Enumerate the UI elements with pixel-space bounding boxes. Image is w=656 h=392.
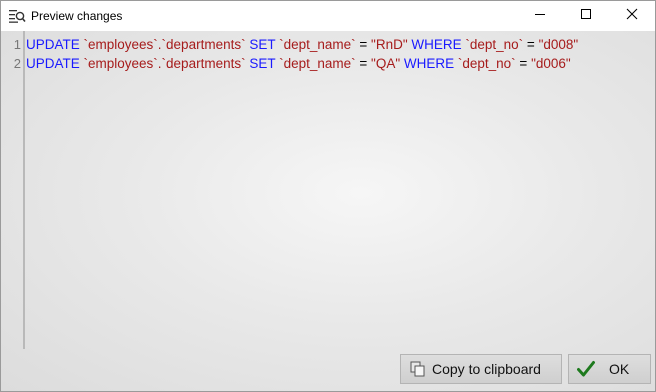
copy-to-clipboard-button[interactable]: Copy to clipboard — [400, 354, 562, 384]
sql-token-str: "d006" — [531, 56, 571, 71]
sql-token-kw: SET — [245, 56, 276, 71]
preview-changes-dialog: Preview changes 1 UPDATE `employees`.`dep… — [0, 0, 656, 392]
maximize-icon — [580, 7, 592, 25]
sql-token-id: `dept_name` — [275, 56, 356, 71]
sql-token-op: = — [523, 37, 539, 52]
sql-token-op: = — [355, 37, 372, 52]
code-line: 1 UPDATE `employees`.`departments` SET `d… — [1, 35, 578, 54]
sql-editor[interactable]: 1 UPDATE `employees`.`departments` SET `d… — [1, 31, 655, 351]
code-lines: 1 UPDATE `employees`.`departments` SET `d… — [1, 35, 578, 73]
window-title: Preview changes — [31, 9, 123, 23]
sql-statement: UPDATE `employees`.`departments` SET `de… — [26, 35, 578, 54]
sql-token-id: `employees`.`departments` — [79, 37, 246, 52]
sql-token-kw: WHERE — [400, 56, 455, 71]
sql-token-kw: UPDATE — [26, 37, 80, 52]
sql-token-id: `employees`.`departments` — [79, 56, 246, 71]
sql-token-op: = — [355, 56, 372, 71]
line-number-gutter — [1, 31, 25, 349]
minimize-button[interactable] — [517, 1, 563, 31]
sql-token-str: "QA" — [371, 56, 401, 71]
ok-button[interactable]: OK — [568, 354, 651, 384]
close-icon — [626, 7, 638, 25]
code-line: 2 UPDATE `employees`.`departments` SET `d… — [1, 54, 571, 73]
sql-preview-icon — [9, 8, 26, 24]
dialog-body: 1 UPDATE `employees`.`departments` SET `d… — [1, 31, 655, 391]
sql-token-kw: SET — [245, 37, 276, 52]
sql-token-str: "d008" — [538, 37, 579, 52]
sql-token-kw: WHERE — [407, 37, 462, 52]
sql-token-kw: UPDATE — [26, 56, 80, 71]
title-bar[interactable]: Preview changes — [1, 1, 655, 31]
line-number: 2 — [13, 56, 21, 71]
sql-token-op: = — [515, 56, 532, 71]
copy-button-label: Copy to clipboard — [432, 361, 541, 377]
sql-token-str: "RnD" — [371, 37, 408, 52]
minimize-icon — [534, 7, 546, 25]
close-button[interactable] — [609, 1, 655, 31]
sql-token-id: `dept_name` — [275, 37, 356, 52]
line-number: 1 — [13, 37, 21, 52]
sql-token-id: `dept_no` — [454, 56, 516, 71]
sql-token-id: `dept_no` — [461, 37, 524, 52]
checkmark-icon — [577, 360, 595, 378]
maximize-button[interactable] — [563, 1, 609, 31]
sql-statement: UPDATE `employees`.`departments` SET `de… — [26, 54, 571, 73]
copy-icon — [410, 361, 426, 377]
ok-button-label: OK — [609, 361, 630, 377]
